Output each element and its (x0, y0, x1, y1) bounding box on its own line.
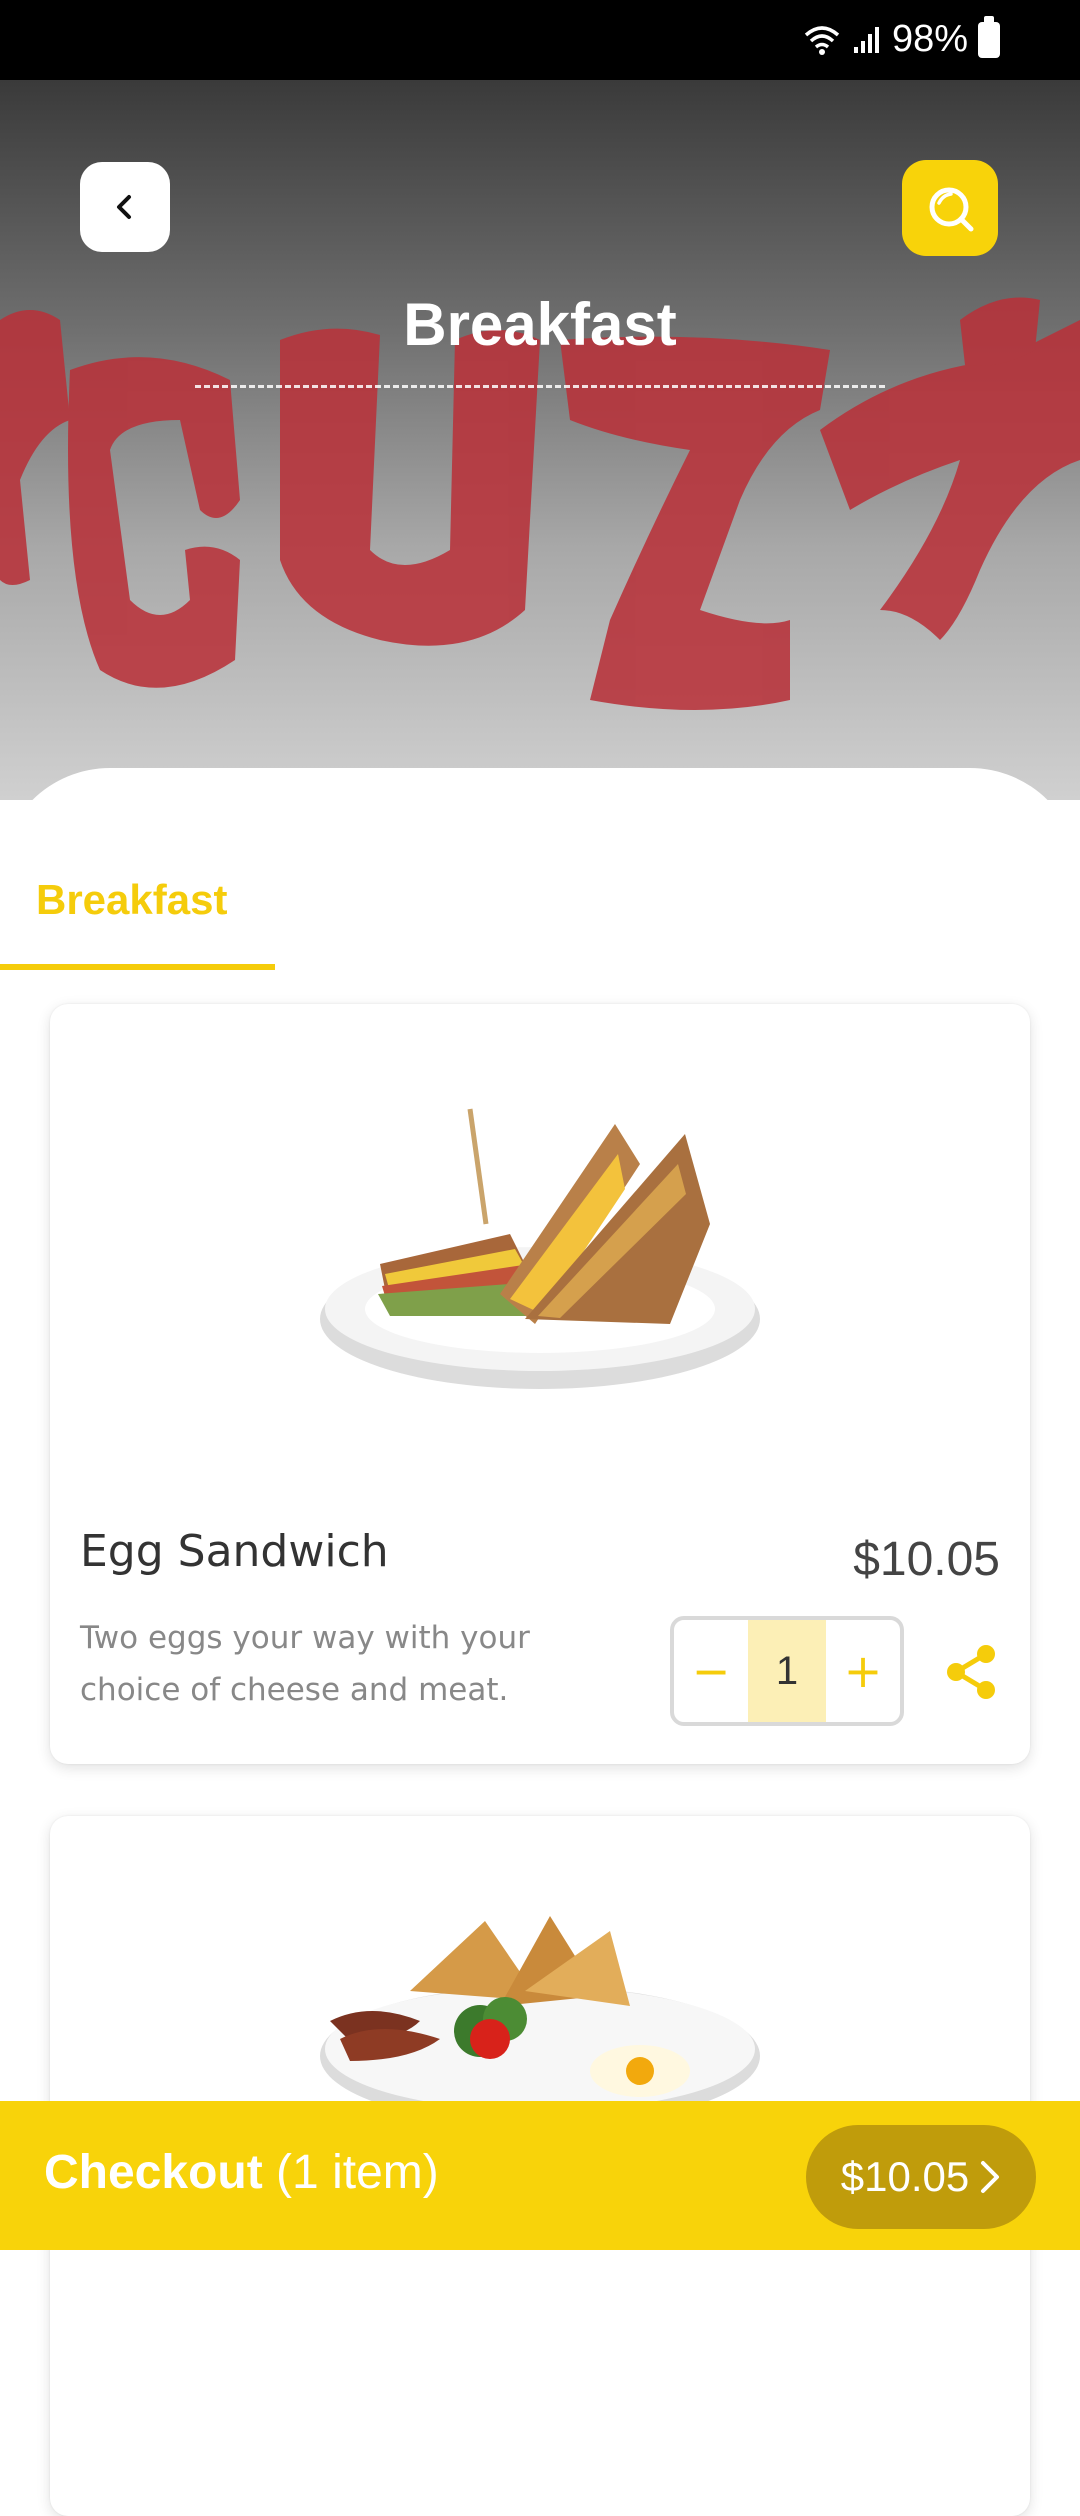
checkout-total: $10.05 (840, 2153, 970, 2200)
item-description: Two eggs your way with your choice of ch… (80, 1612, 600, 1716)
checkout-bar[interactable]: Checkout (1 item) $10.05 (0, 2101, 1080, 2250)
share-icon[interactable] (944, 1644, 1000, 1700)
page-title: Breakfast (403, 291, 677, 358)
back-icon (117, 195, 131, 219)
tab-breakfast[interactable]: Breakfast (36, 876, 227, 924)
checkout-item-count: (1 item) (276, 2146, 439, 2199)
checkout-label: Checkout (44, 2146, 263, 2199)
quantity-stepper[interactable]: − 1 + (670, 1616, 904, 1726)
status-bar: 98% (0, 0, 1080, 80)
search-icon (929, 187, 974, 232)
item-price: $10.05 (853, 1533, 1000, 1586)
content-panel: Breakfast Egg Sandwich $10.05 Two eggs y… (0, 768, 1080, 2516)
title-underline (195, 385, 885, 388)
item-description-line-1: Two eggs your way with your (80, 1620, 530, 1656)
tab-active-indicator (0, 964, 275, 970)
status-indicators: 98% (802, 15, 1000, 61)
menu-item-card[interactable]: Egg Sandwich $10.05 Two eggs your way wi… (50, 1004, 1030, 1764)
decrease-quantity-button[interactable]: − (674, 1620, 748, 1722)
increase-quantity-button[interactable]: + (826, 1620, 900, 1722)
wifi-icon (804, 25, 840, 55)
search-button[interactable] (902, 160, 998, 256)
quantity-value: 1 (748, 1620, 826, 1722)
checkout-button[interactable]: Checkout (1 item) (44, 2145, 439, 2200)
chevron-right-icon (981, 2161, 1000, 2193)
hero-header: Breakfast (0, 80, 1080, 800)
battery-percent: 98% (891, 18, 968, 60)
checkout-total-pill[interactable]: $10.05 (806, 2125, 1036, 2229)
item-name: Egg Sandwich (80, 1526, 389, 1577)
back-button[interactable] (80, 162, 170, 252)
battery-icon (978, 15, 1000, 58)
signal-icon (853, 26, 879, 53)
egg-sandwich-image (320, 1108, 760, 1389)
item-description-line-2: choice of cheese and meat. (80, 1672, 509, 1708)
breakfast-plate-image (320, 1916, 760, 2111)
